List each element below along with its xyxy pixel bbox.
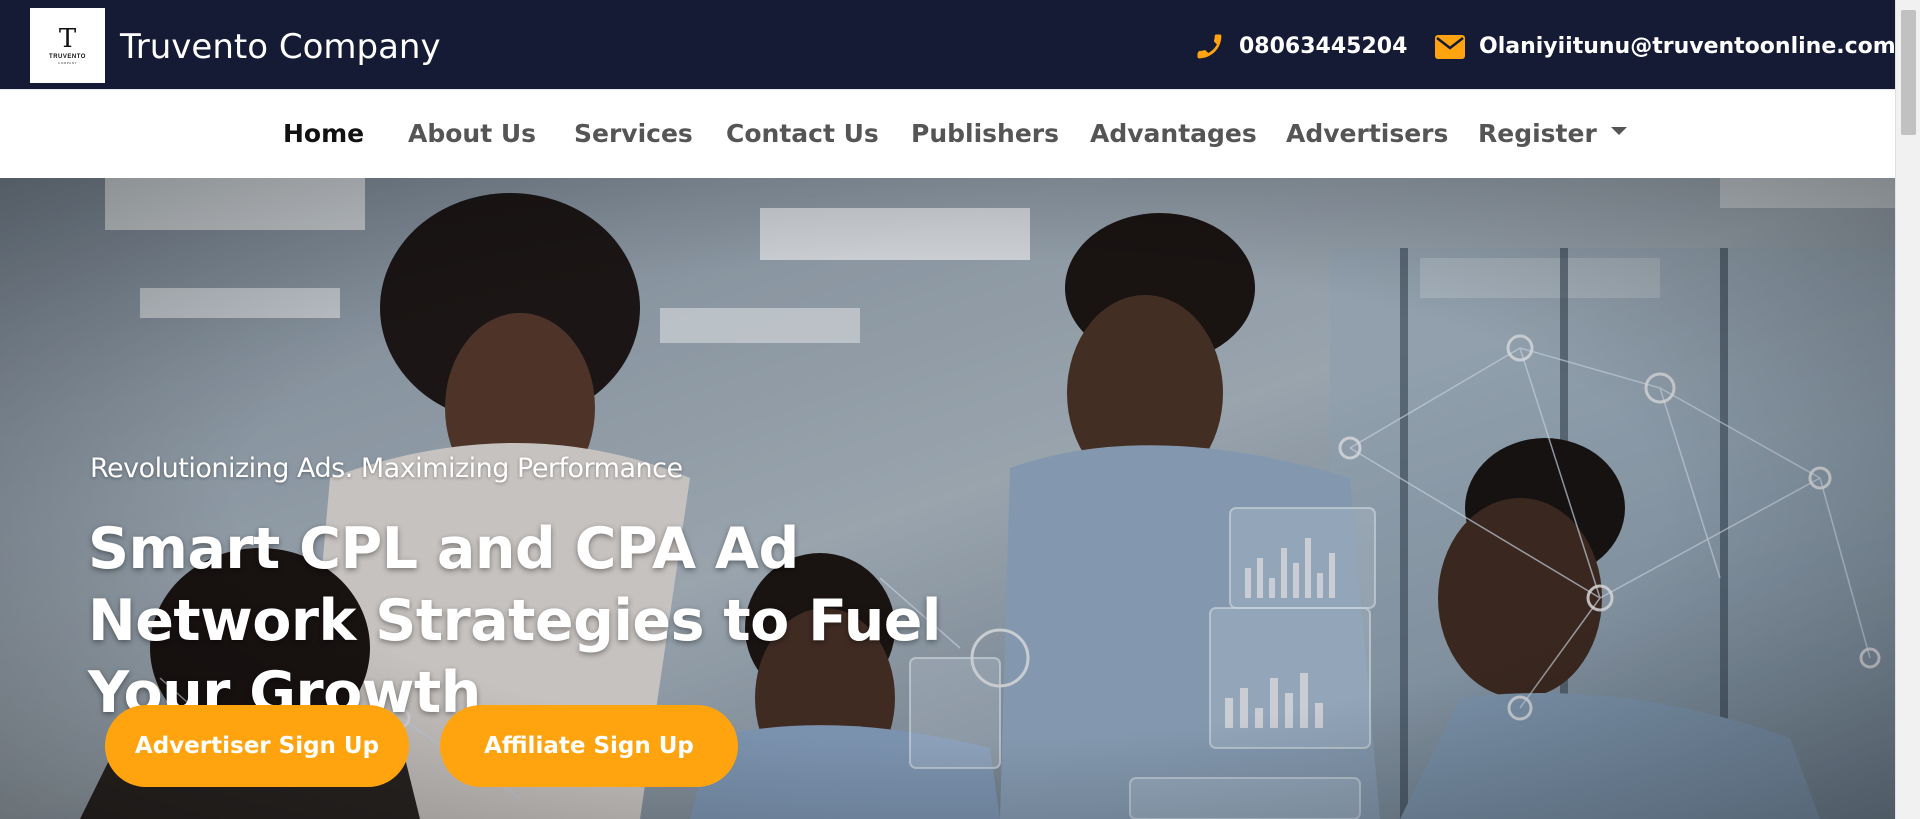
logo-letter: T: [58, 24, 77, 54]
email-contact[interactable]: Olaniyiitunu@truventoonline.com: [1435, 27, 1896, 67]
affiliate-sign-up-button[interactable]: Affiliate Sign Up: [440, 705, 738, 787]
nav-advertisers[interactable]: Advertisers: [1286, 117, 1448, 151]
nav-home[interactable]: Home: [283, 117, 364, 151]
phone-number: 08063445204: [1239, 34, 1408, 59]
nav-about-us[interactable]: About Us: [408, 117, 536, 151]
hero-banner: Revolutionizing Ads. Maximizing Performa…: [0, 178, 1895, 819]
nav-register-dropdown[interactable]: Register: [1478, 117, 1627, 151]
scrollbar-thumb[interactable]: [1901, 10, 1916, 135]
envelope-icon: [1435, 35, 1465, 59]
hero-title: Smart CPL and CPA Ad Network Strategies …: [88, 516, 941, 726]
site-logo[interactable]: T TRUVENTO COMPANY: [30, 8, 105, 83]
phone-icon: [1195, 32, 1225, 62]
caret-down-icon: [1610, 127, 1627, 135]
logo-name: TRUVENTO: [49, 54, 86, 60]
logo-sub: COMPANY: [57, 61, 78, 65]
phone-contact[interactable]: 08063445204: [1195, 27, 1407, 67]
nav-services[interactable]: Services: [574, 117, 693, 151]
top-bar: T TRUVENTO COMPANY Truvento Company 0806…: [0, 0, 1896, 89]
nav-advantages[interactable]: Advantages: [1090, 117, 1257, 151]
nav-publishers[interactable]: Publishers: [911, 117, 1059, 151]
advertiser-sign-up-button[interactable]: Advertiser Sign Up: [105, 705, 409, 787]
email-address: Olaniyiitunu@truventoonline.com: [1479, 34, 1896, 59]
main-nav: Home About Us Services Contact Us Publis…: [0, 89, 1895, 178]
hero-tagline: Revolutionizing Ads. Maximizing Performa…: [90, 453, 683, 484]
nav-register-label: Register: [1478, 119, 1597, 148]
page-scrollbar[interactable]: [1895, 0, 1920, 819]
brand-name[interactable]: Truvento Company: [120, 24, 441, 70]
nav-contact-us[interactable]: Contact Us: [726, 117, 879, 151]
